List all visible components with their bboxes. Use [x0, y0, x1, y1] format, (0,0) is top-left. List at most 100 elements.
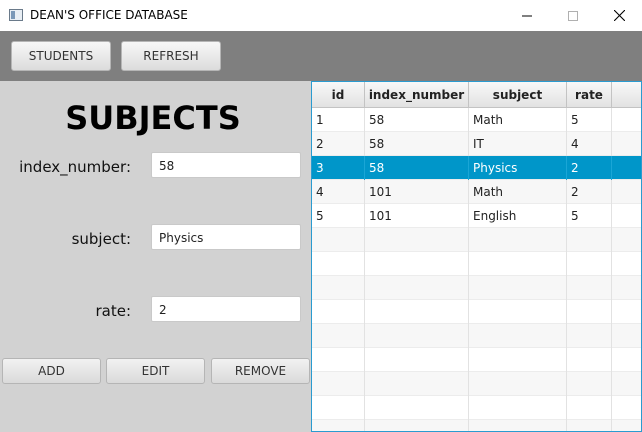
title-bar[interactable]: DEAN'S OFFICE DATABASE — [0, 0, 642, 31]
table-cell — [612, 396, 641, 420]
table-cell — [567, 420, 612, 431]
window-title: DEAN'S OFFICE DATABASE — [30, 8, 188, 22]
table-cell — [612, 132, 641, 156]
table-cell — [365, 324, 469, 348]
table-cell — [312, 396, 365, 420]
table-cell: 2 — [567, 156, 612, 180]
table-cell — [567, 348, 612, 372]
table-cell — [469, 372, 567, 396]
column-header-id[interactable]: id — [312, 82, 365, 107]
table-row[interactable]: 1 58 Math 5 — [312, 108, 641, 132]
table-cell: 4 — [567, 132, 612, 156]
column-header-subject[interactable]: subject — [469, 82, 567, 107]
table-cell — [469, 324, 567, 348]
table-cell — [469, 348, 567, 372]
table-row[interactable]: 5 101 English 5 — [312, 204, 641, 228]
table-cell — [365, 228, 469, 252]
table-cell — [567, 396, 612, 420]
table-cell — [365, 420, 469, 431]
close-icon — [613, 10, 625, 21]
empty-table-row — [312, 372, 641, 396]
table-cell — [312, 348, 365, 372]
index-number-label: index_number: — [19, 158, 131, 176]
column-header-index-number[interactable]: index_number — [365, 82, 469, 107]
table-cell — [469, 396, 567, 420]
table-cell: 58 — [365, 108, 469, 132]
column-header-rate[interactable]: rate — [567, 82, 612, 107]
table-cell — [612, 372, 641, 396]
table-cell — [469, 252, 567, 276]
table-cell — [312, 372, 365, 396]
table-cell — [365, 372, 469, 396]
table-cell: 5 — [567, 108, 612, 132]
table-cell — [612, 108, 641, 132]
table-cell — [469, 420, 567, 431]
table-cell: 101 — [365, 204, 469, 228]
close-button[interactable] — [596, 0, 642, 31]
table-cell — [612, 156, 641, 180]
table-cell — [612, 324, 641, 348]
table-cell: 101 — [365, 180, 469, 204]
table-cell — [567, 276, 612, 300]
empty-table-row — [312, 348, 641, 372]
table-cell — [567, 228, 612, 252]
empty-table-row — [312, 420, 641, 431]
table-cell — [469, 300, 567, 324]
empty-table-row — [312, 300, 641, 324]
add-button[interactable]: ADD — [2, 358, 101, 384]
table-cell: 58 — [365, 156, 469, 180]
table-cell — [312, 228, 365, 252]
table-cell: 5 — [567, 204, 612, 228]
table-cell — [612, 276, 641, 300]
refresh-button[interactable]: REFRESH — [121, 41, 221, 71]
table-cell — [469, 228, 567, 252]
table-row[interactable]: 4 101 Math 2 — [312, 180, 641, 204]
table-cell — [612, 228, 641, 252]
table-cell: 58 — [365, 132, 469, 156]
rate-label: rate: — [95, 302, 131, 320]
table-cell: 1 — [312, 108, 365, 132]
minimize-icon — [522, 15, 532, 16]
table-cell: 3 — [312, 156, 365, 180]
empty-table-row — [312, 396, 641, 420]
minimize-button[interactable] — [504, 0, 550, 31]
table-cell: Math — [469, 180, 567, 204]
table-cell — [567, 300, 612, 324]
table-cell — [365, 348, 469, 372]
column-header-filler — [612, 82, 641, 107]
table-cell — [365, 276, 469, 300]
form-heading: SUBJECTS — [65, 99, 241, 137]
table-cell — [365, 300, 469, 324]
remove-button[interactable]: REMOVE — [211, 358, 310, 384]
table-cell: Physics — [469, 156, 567, 180]
table-cell: Math — [469, 108, 567, 132]
toolbar: STUDENTS REFRESH — [0, 31, 642, 81]
table-cell — [567, 372, 612, 396]
empty-table-row — [312, 324, 641, 348]
table-cell: 4 — [312, 180, 365, 204]
table-row[interactable]: 3 58 Physics 2 — [312, 156, 641, 180]
table-cell — [312, 300, 365, 324]
table-cell: 5 — [312, 204, 365, 228]
table-cell: 2 — [312, 132, 365, 156]
edit-button[interactable]: EDIT — [106, 358, 205, 384]
table-cell: 2 — [567, 180, 612, 204]
table-cell — [469, 276, 567, 300]
subjects-table[interactable]: id index_number subject rate 1 58 Math 5 2 58… — [311, 81, 642, 432]
table-row[interactable]: 2 58 IT 4 — [312, 132, 641, 156]
index-number-input[interactable]: 58 — [151, 152, 301, 178]
table-cell — [312, 276, 365, 300]
table-cell — [612, 348, 641, 372]
maximize-button[interactable] — [550, 0, 596, 31]
rate-input[interactable]: 2 — [151, 296, 301, 322]
table-cell — [612, 420, 641, 431]
table-cell — [365, 396, 469, 420]
table-header: id index_number subject rate — [312, 82, 641, 108]
table-cell — [612, 180, 641, 204]
table-cell — [612, 204, 641, 228]
table-cell — [312, 324, 365, 348]
app-window-icon — [9, 9, 23, 21]
empty-table-row — [312, 228, 641, 252]
subject-input[interactable]: Physics — [151, 224, 301, 250]
students-button[interactable]: STUDENTS — [11, 41, 111, 71]
